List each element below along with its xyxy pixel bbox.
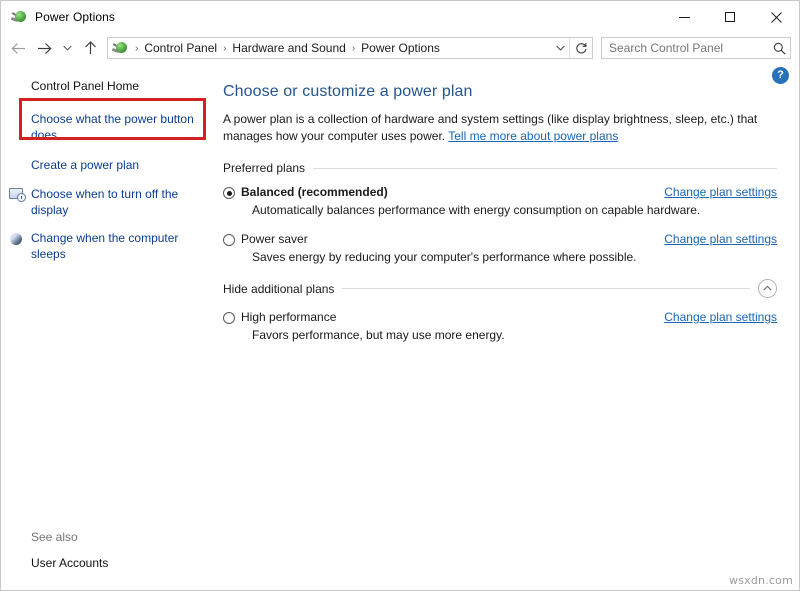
section-divider bbox=[313, 167, 777, 169]
sidebar: Control Panel Home Choose what the power… bbox=[1, 63, 213, 590]
address-bar[interactable]: › Control Panel › Hardware and Sound › P… bbox=[107, 37, 593, 59]
plan-row: High performance Change plan settings bbox=[241, 310, 777, 324]
change-plan-settings-high-performance[interactable]: Change plan settings bbox=[664, 310, 777, 324]
recent-locations-chevron-down-icon[interactable] bbox=[57, 36, 77, 60]
preferred-plans-header: Preferred plans bbox=[223, 161, 777, 175]
help-icon-label: ? bbox=[777, 69, 784, 81]
see-also-title: See also bbox=[31, 530, 78, 544]
sidebar-item-computer-sleeps[interactable]: Change when the computer sleeps bbox=[1, 227, 213, 265]
search-input[interactable] bbox=[602, 40, 768, 56]
sidebar-item-label: Create a power plan bbox=[31, 158, 140, 172]
breadcrumb-power-options[interactable]: Power Options bbox=[359, 41, 442, 55]
chevron-up-icon[interactable] bbox=[758, 279, 777, 298]
plan-item-balanced[interactable]: Balanced (recommended) Change plan setti… bbox=[223, 185, 777, 217]
sidebar-item-label: Control Panel Home bbox=[31, 79, 140, 93]
power-plug-icon bbox=[10, 9, 27, 25]
refresh-icon[interactable] bbox=[569, 38, 592, 58]
page-title: Choose or customize a power plan bbox=[223, 83, 473, 100]
search-box[interactable] bbox=[601, 37, 791, 59]
help-icon[interactable]: ? bbox=[772, 67, 789, 84]
sidebar-item-turn-off-display[interactable]: Choose when to turn off the display bbox=[1, 183, 213, 221]
back-icon[interactable] bbox=[5, 36, 31, 60]
sleep-icon bbox=[9, 231, 25, 247]
forward-icon[interactable] bbox=[31, 36, 57, 60]
plan-name: Balanced (recommended) bbox=[241, 185, 388, 199]
plan-item-high-performance[interactable]: High performance Change plan settings Fa… bbox=[223, 310, 777, 342]
see-also-link-user-accounts[interactable]: User Accounts bbox=[31, 556, 211, 570]
additional-plans-label: Hide additional plans bbox=[223, 281, 335, 296]
sidebar-item-label: Choose when to turn off the display bbox=[31, 187, 179, 217]
watermark: wsxdn.com bbox=[729, 574, 793, 587]
navigation-bar: › Control Panel › Hardware and Sound › P… bbox=[1, 33, 799, 63]
breadcrumb-separator: › bbox=[351, 42, 356, 54]
change-plan-settings-power-saver[interactable]: Change plan settings bbox=[664, 232, 777, 246]
display-icon bbox=[9, 187, 26, 203]
section-divider bbox=[342, 288, 750, 289]
up-icon[interactable] bbox=[77, 36, 103, 60]
power-options-window: Power Options › Control Panel › Hardware… bbox=[0, 0, 800, 591]
maximize-button[interactable] bbox=[707, 1, 753, 33]
minimize-button[interactable] bbox=[661, 1, 707, 33]
tell-me-more-link[interactable]: Tell me more about power plans bbox=[448, 129, 618, 143]
plan-name: Power saver bbox=[241, 232, 308, 246]
window-title: Power Options bbox=[35, 10, 116, 24]
address-power-plug-icon bbox=[111, 40, 128, 56]
close-button[interactable] bbox=[753, 1, 799, 33]
change-plan-settings-balanced[interactable]: Change plan settings bbox=[664, 185, 777, 199]
main-content: ? Choose or customize a power plan A pow… bbox=[213, 63, 799, 590]
plan-name: High performance bbox=[241, 310, 337, 324]
breadcrumb-control-panel[interactable]: Control Panel bbox=[142, 41, 219, 55]
sidebar-item-control-panel-home[interactable]: Control Panel Home bbox=[1, 75, 213, 98]
breadcrumb-hardware-and-sound[interactable]: Hardware and Sound bbox=[230, 41, 347, 55]
see-also-section: See also User Accounts bbox=[31, 530, 211, 570]
plan-description: Saves energy by reducing your computer's… bbox=[252, 250, 637, 264]
sidebar-item-label: Change when the computer sleeps bbox=[31, 231, 179, 261]
plan-description: Favors performance, but may use more ene… bbox=[252, 328, 505, 342]
sidebar-item-choose-power-button[interactable]: Choose what the power button does bbox=[1, 108, 213, 146]
preferred-plans-label: Preferred plans bbox=[223, 161, 306, 175]
window-controls bbox=[661, 1, 799, 33]
breadcrumb-separator: › bbox=[135, 42, 139, 54]
plan-item-power-saver[interactable]: Power saver Change plan settings Saves e… bbox=[223, 232, 777, 264]
additional-plans-header: Hide additional plans bbox=[223, 279, 777, 298]
radio-power-saver[interactable] bbox=[223, 234, 235, 246]
plan-row: Balanced (recommended) Change plan setti… bbox=[241, 185, 777, 199]
address-chevron-down-icon[interactable] bbox=[551, 38, 569, 58]
plan-row: Power saver Change plan settings bbox=[241, 232, 777, 246]
sidebar-item-create-power-plan[interactable]: Create a power plan bbox=[1, 154, 213, 177]
plan-description: Automatically balances performance with … bbox=[252, 203, 701, 217]
intro-paragraph: A power plan is a collection of hardware… bbox=[223, 111, 763, 145]
radio-balanced[interactable] bbox=[223, 187, 235, 199]
search-icon[interactable] bbox=[768, 42, 790, 55]
breadcrumb-separator: › bbox=[223, 42, 227, 54]
sidebar-item-label: Choose what the power button does bbox=[31, 112, 194, 142]
radio-high-performance[interactable] bbox=[223, 312, 235, 324]
window-body: Control Panel Home Choose what the power… bbox=[1, 63, 799, 590]
title-bar: Power Options bbox=[1, 1, 799, 33]
